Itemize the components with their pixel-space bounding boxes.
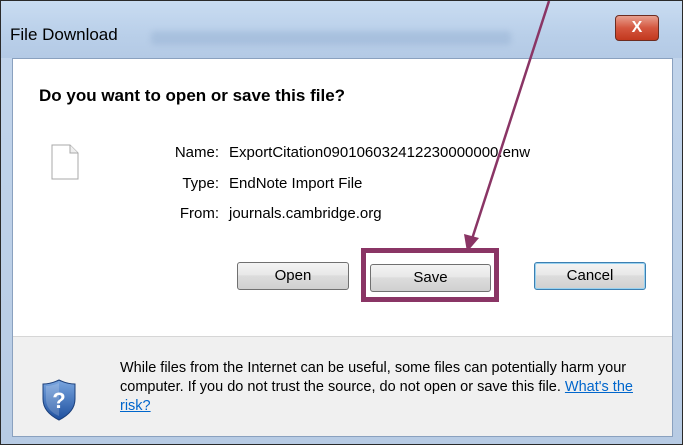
type-label: Type: bbox=[182, 175, 219, 192]
warning-footer: ? While files from the Internet can be u… bbox=[13, 337, 672, 436]
warning-text: While files from the Internet can be use… bbox=[120, 360, 627, 395]
warning-message: While files from the Internet can be use… bbox=[120, 359, 660, 416]
file-download-window: File Download X Do you want to open or s… bbox=[0, 0, 683, 445]
from-value: journals.cambridge.org bbox=[229, 205, 382, 222]
security-shield-icon: ? bbox=[42, 379, 76, 421]
dialog-content: Do you want to open or save this file? N… bbox=[12, 58, 673, 437]
blank-file-icon bbox=[51, 144, 79, 180]
dialog-question: Do you want to open or save this file? bbox=[39, 86, 346, 105]
close-button[interactable]: X bbox=[615, 15, 659, 41]
blurred-url-text bbox=[151, 31, 511, 45]
name-value: ExportCitation090106032412230000000.enw bbox=[229, 144, 531, 161]
close-icon: X bbox=[631, 19, 643, 36]
open-button[interactable]: Open bbox=[237, 262, 349, 290]
save-highlight-box bbox=[361, 248, 499, 302]
svg-text:?: ? bbox=[52, 388, 65, 413]
type-value: EndNote Import File bbox=[229, 175, 363, 192]
window-title: File Download bbox=[10, 25, 118, 44]
cancel-button[interactable]: Cancel bbox=[534, 262, 646, 290]
title-bar[interactable]: File Download X bbox=[1, 1, 682, 58]
name-label: Name: bbox=[174, 144, 219, 161]
from-label: From: bbox=[179, 205, 219, 222]
